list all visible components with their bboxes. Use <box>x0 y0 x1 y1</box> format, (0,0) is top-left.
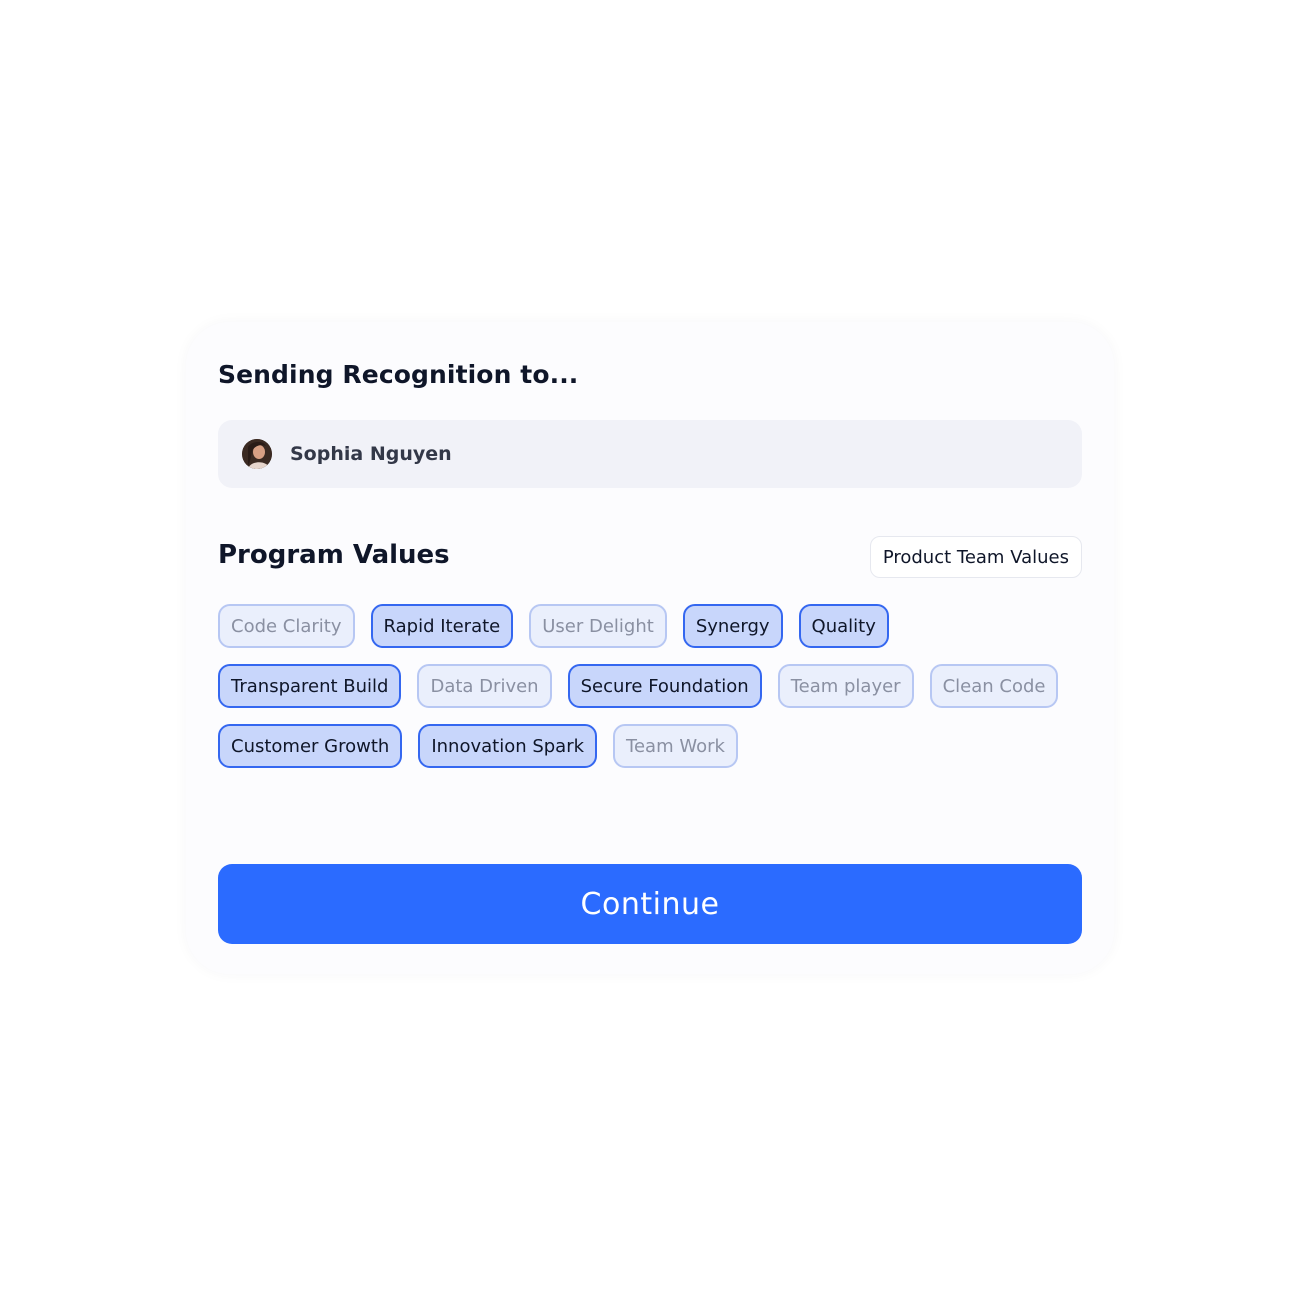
recipient-name: Sophia Nguyen <box>290 443 452 465</box>
value-chip[interactable]: Quality <box>798 604 889 648</box>
value-chip[interactable]: Synergy <box>682 604 783 648</box>
value-chip[interactable]: Rapid Iterate <box>370 604 514 648</box>
value-chip[interactable]: Customer Growth <box>218 724 403 768</box>
page-title: Sending Recognition to... <box>218 360 579 389</box>
value-chip[interactable]: Secure Foundation <box>567 664 762 708</box>
value-chip[interactable]: Clean Code <box>929 664 1059 708</box>
value-group-selector[interactable]: Product Team Values <box>869 536 1082 578</box>
program-values-title: Program Values <box>218 540 450 570</box>
value-chip[interactable]: Transparent Build <box>218 664 402 708</box>
value-chip[interactable]: Team Work <box>613 724 738 768</box>
value-chip[interactable]: User Delight <box>529 604 667 648</box>
value-chip[interactable]: Code Clarity <box>218 604 355 648</box>
value-chip[interactable]: Data Driven <box>417 664 552 708</box>
continue-button[interactable]: Continue <box>218 864 1082 944</box>
user-avatar-icon <box>242 439 272 469</box>
recognition-card: Sending Recognition to... Sophia Nguyen … <box>186 322 1114 974</box>
value-chip[interactable]: Innovation Spark <box>418 724 598 768</box>
avatar <box>242 439 272 469</box>
value-chip[interactable]: Team player <box>777 664 914 708</box>
value-chip-list: Code Clarity Rapid Iterate User Delight Syn… <box>218 604 1082 768</box>
recipient-field[interactable]: Sophia Nguyen <box>218 420 1082 488</box>
